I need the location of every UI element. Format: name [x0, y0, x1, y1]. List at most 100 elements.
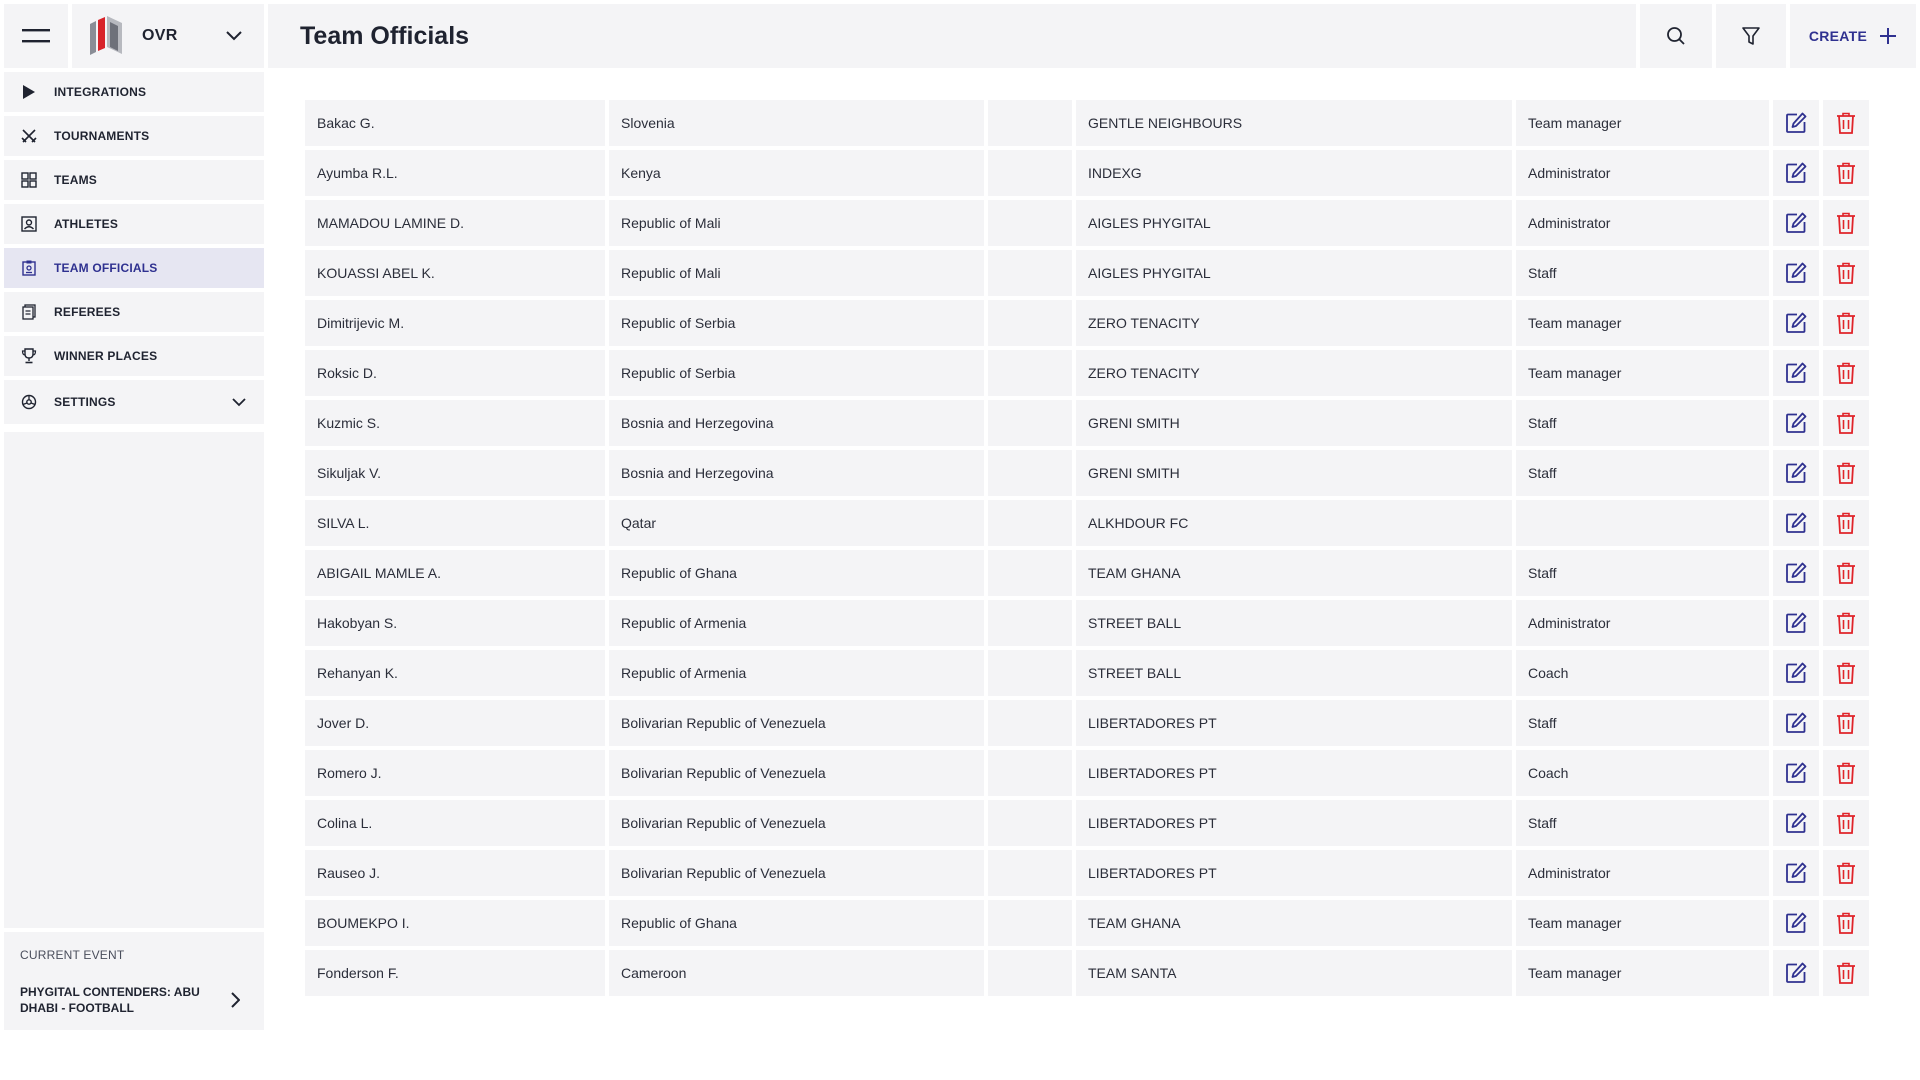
edit-button[interactable]: [1773, 650, 1819, 696]
sidebar-item-settings[interactable]: SETTINGS: [4, 380, 264, 424]
official-role: Administrator: [1516, 150, 1769, 196]
official-country: Kenya: [609, 150, 984, 196]
event-switcher[interactable]: OVR: [72, 4, 264, 68]
sidebar-item-teams[interactable]: TEAMS: [4, 160, 264, 200]
sidebar-item-integrations[interactable]: INTEGRATIONS: [4, 72, 264, 112]
edit-button[interactable]: [1773, 100, 1819, 146]
sidebar-item-athletes[interactable]: ATHLETES: [4, 204, 264, 244]
delete-button[interactable]: [1823, 500, 1869, 546]
official-team: TEAM GHANA: [1076, 550, 1512, 596]
table-row: Roksic D. Republic of Serbia ZERO TENACI…: [305, 350, 1873, 396]
edit-button[interactable]: [1773, 500, 1819, 546]
play-icon: [20, 83, 38, 101]
official-role: Staff: [1516, 550, 1769, 596]
edit-button[interactable]: [1773, 950, 1819, 996]
delete-button[interactable]: [1823, 850, 1869, 896]
trash-icon: [1837, 712, 1855, 734]
official-team: LIBERTADORES PT: [1076, 750, 1512, 796]
trash-icon: [1837, 662, 1855, 684]
official-name: Rehanyan K.: [305, 650, 605, 696]
official-name: Fonderson F.: [305, 950, 605, 996]
delete-button[interactable]: [1823, 550, 1869, 596]
sidebar-item-referees[interactable]: REFEREES: [4, 292, 264, 332]
official-country: Republic of Armenia: [609, 650, 984, 696]
delete-button[interactable]: [1823, 350, 1869, 396]
official-name: Romero J.: [305, 750, 605, 796]
delete-button[interactable]: [1823, 400, 1869, 446]
hamburger-menu-button[interactable]: [4, 4, 68, 68]
delete-button[interactable]: [1823, 450, 1869, 496]
sidebar-item-team-officials[interactable]: TEAM OFFICIALS: [4, 248, 264, 288]
trash-icon: [1837, 962, 1855, 984]
trash-icon: [1837, 312, 1855, 334]
edit-button[interactable]: [1773, 600, 1819, 646]
official-team: TEAM SANTA: [1076, 950, 1512, 996]
delete-button[interactable]: [1823, 900, 1869, 946]
delete-button[interactable]: [1823, 700, 1869, 746]
edit-button[interactable]: [1773, 200, 1819, 246]
table-row: Colina L. Bolivarian Republic of Venezue…: [305, 800, 1873, 846]
official-role: Administrator: [1516, 200, 1769, 246]
page-title: Team Officials: [300, 21, 470, 50]
delete-button[interactable]: [1823, 100, 1869, 146]
edit-button[interactable]: [1773, 900, 1819, 946]
delete-button[interactable]: [1823, 150, 1869, 196]
edit-icon: [1786, 262, 1807, 283]
table-row: Romero J. Bolivarian Republic of Venezue…: [305, 750, 1873, 796]
sidebar-item-tournaments[interactable]: TOURNAMENTS: [4, 116, 264, 156]
official-country: Slovenia: [609, 100, 984, 146]
official-country: Bolivarian Republic of Venezuela: [609, 800, 984, 846]
delete-button[interactable]: [1823, 950, 1869, 996]
edit-icon: [1786, 112, 1807, 133]
edit-button[interactable]: [1773, 850, 1819, 896]
delete-button[interactable]: [1823, 250, 1869, 296]
settings-icon: [20, 393, 38, 411]
delete-button[interactable]: [1823, 750, 1869, 796]
athlete-icon: [20, 215, 38, 233]
official-country: Republic of Serbia: [609, 300, 984, 346]
official-role: Staff: [1516, 250, 1769, 296]
edit-button[interactable]: [1773, 150, 1819, 196]
empty-cell: [988, 900, 1072, 946]
sidebar-item-winner-places[interactable]: WINNER PLACES: [4, 336, 264, 376]
delete-button[interactable]: [1823, 800, 1869, 846]
edit-icon: [1786, 212, 1807, 233]
delete-button[interactable]: [1823, 300, 1869, 346]
delete-button[interactable]: [1823, 200, 1869, 246]
empty-cell: [988, 400, 1072, 446]
official-role: Team manager: [1516, 900, 1769, 946]
trash-icon: [1837, 412, 1855, 434]
official-team: GRENI SMITH: [1076, 450, 1512, 496]
filter-button[interactable]: [1716, 4, 1786, 68]
chevron-down-icon: [226, 31, 242, 41]
official-country: Cameroon: [609, 950, 984, 996]
badge-icon: [20, 259, 38, 277]
empty-cell: [988, 200, 1072, 246]
current-event-link[interactable]: PHYGITAL CONTENDERS: ABU DHABI - FOOTBAL…: [20, 984, 248, 1016]
edit-button[interactable]: [1773, 400, 1819, 446]
edit-button[interactable]: [1773, 300, 1819, 346]
official-country: Republic of Ghana: [609, 900, 984, 946]
edit-button[interactable]: [1773, 450, 1819, 496]
edit-icon: [1786, 362, 1807, 383]
edit-button[interactable]: [1773, 800, 1819, 846]
official-country: Bolivarian Republic of Venezuela: [609, 700, 984, 746]
table-row: Bakac G. Slovenia GENTLE NEIGHBOURS Team…: [305, 100, 1873, 146]
edit-button[interactable]: [1773, 700, 1819, 746]
edit-button[interactable]: [1773, 750, 1819, 796]
edit-button[interactable]: [1773, 250, 1819, 296]
trash-icon: [1837, 762, 1855, 784]
official-country: Bosnia and Herzegovina: [609, 450, 984, 496]
empty-cell: [988, 750, 1072, 796]
teams-icon: [20, 171, 38, 189]
edit-icon: [1786, 162, 1807, 183]
delete-button[interactable]: [1823, 600, 1869, 646]
edit-icon: [1786, 562, 1807, 583]
empty-cell: [988, 150, 1072, 196]
edit-button[interactable]: [1773, 350, 1819, 396]
edit-button[interactable]: [1773, 550, 1819, 596]
create-button[interactable]: CREATE: [1790, 4, 1916, 68]
empty-cell: [988, 650, 1072, 696]
delete-button[interactable]: [1823, 650, 1869, 696]
search-button[interactable]: [1640, 4, 1712, 68]
